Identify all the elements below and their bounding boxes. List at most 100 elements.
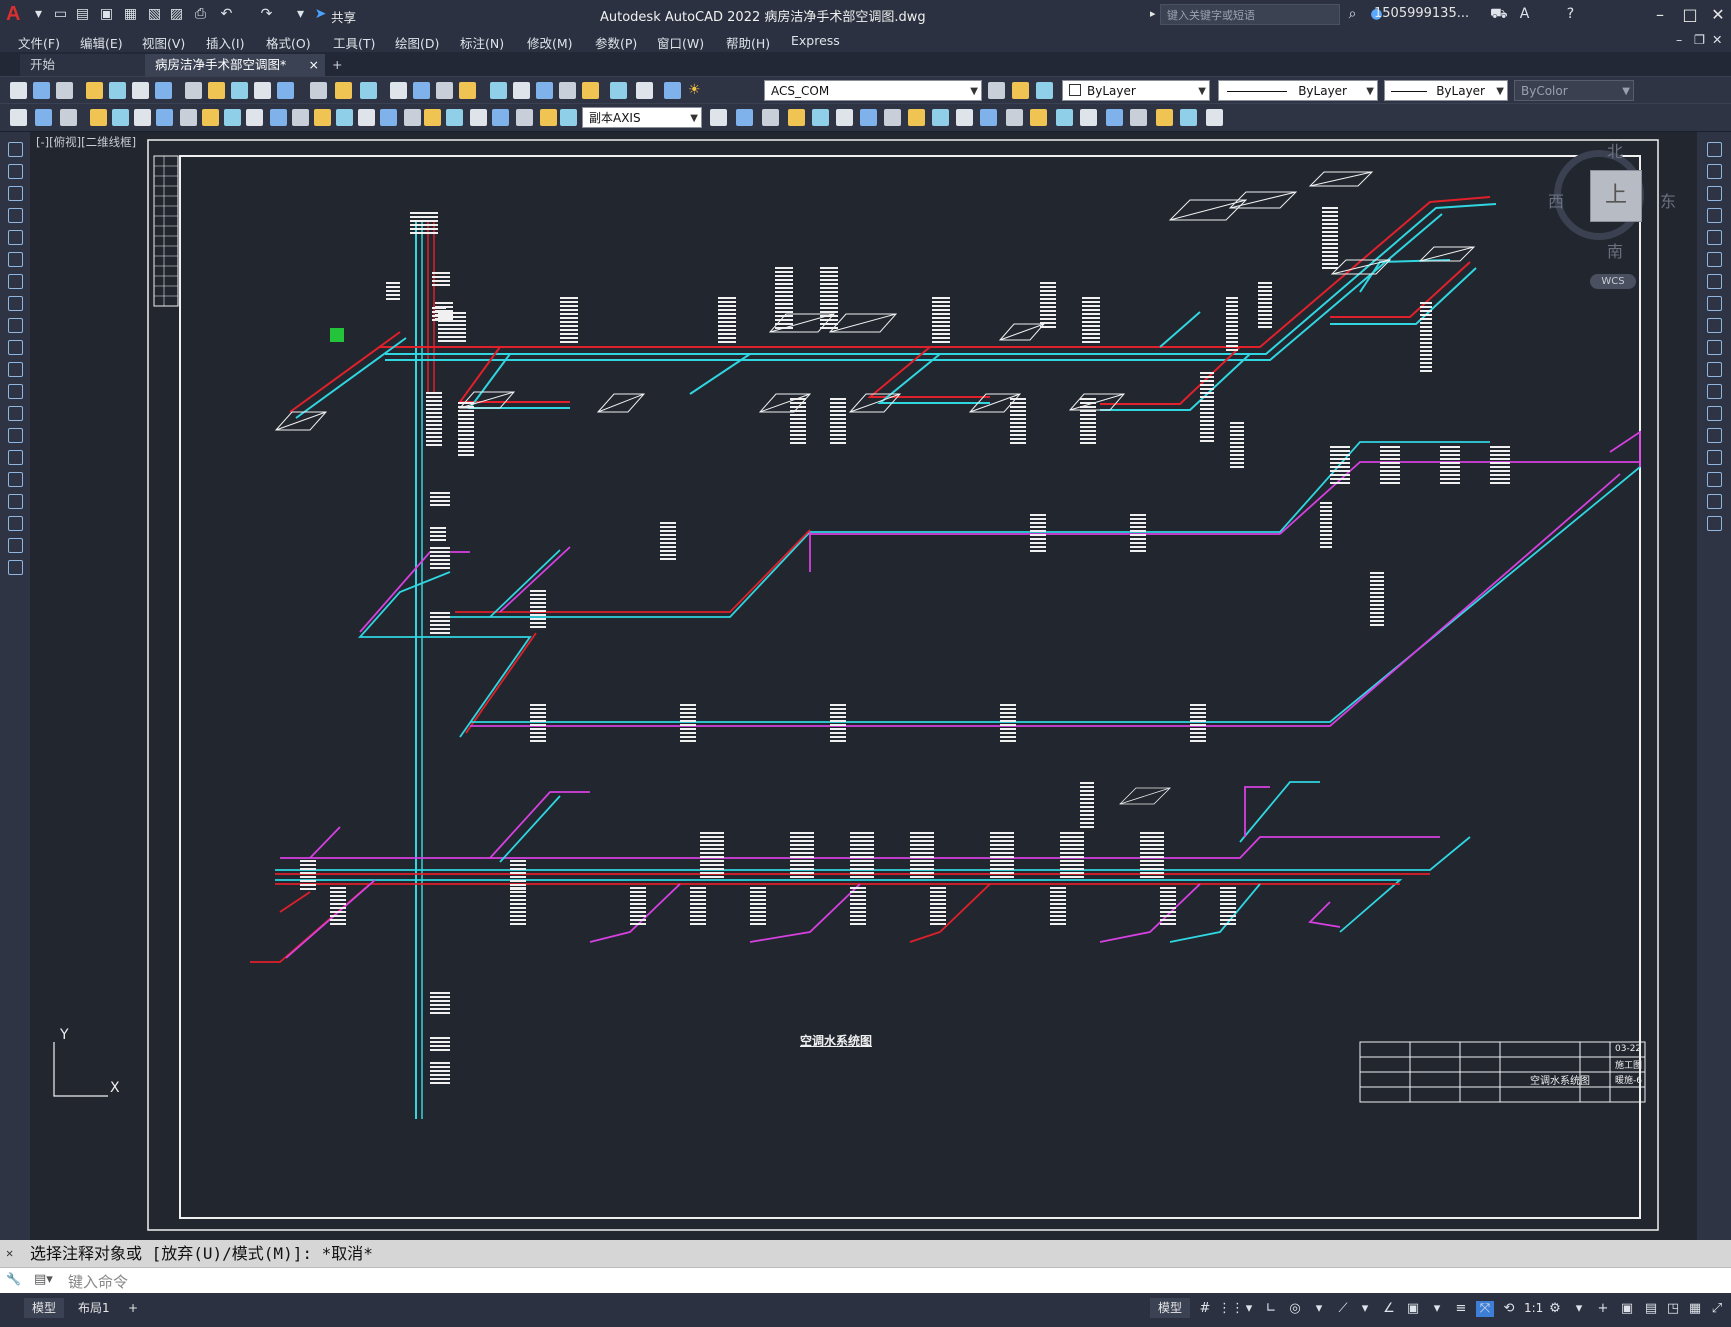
tab-drawing[interactable]: 病房洁净手术部空调图* ×	[145, 54, 325, 76]
draw-tool-8-icon[interactable]	[8, 296, 23, 311]
modify-tool-13-icon[interactable]	[1707, 406, 1722, 421]
toolbar2-tool-11-icon[interactable]	[246, 109, 263, 126]
status-toggle-7-icon[interactable]: ⟋	[1334, 1301, 1352, 1317]
draw-tool-15-icon[interactable]	[8, 450, 23, 465]
toolbar2-tool-28-icon[interactable]	[762, 109, 779, 126]
toolbar2-tool-7-icon[interactable]	[156, 109, 173, 126]
modify-tool-7-icon[interactable]	[1707, 274, 1722, 289]
toolbar1-tool-19-icon[interactable]	[459, 82, 476, 99]
user-account[interactable]: 1505999135...	[1374, 6, 1469, 21]
toolbar2-tool-17-icon[interactable]	[380, 109, 397, 126]
redo-icon[interactable]: ↷	[258, 6, 275, 23]
viewcube-west[interactable]: 西	[1548, 188, 1564, 212]
color-dropdown[interactable]: ByLayer ▼	[1062, 80, 1210, 101]
maximize-window-icon[interactable]: □	[1675, 4, 1705, 26]
toolbar2-tool-18-icon[interactable]	[404, 109, 421, 126]
close-tab-icon[interactable]: ×	[309, 54, 319, 76]
print-icon[interactable]: ⎙	[192, 6, 209, 23]
autocad-logo[interactable]: A	[6, 3, 20, 26]
toolbar2-tool-9-icon[interactable]	[202, 109, 219, 126]
modify-tool-18-icon[interactable]	[1707, 516, 1722, 531]
status-toggle-12-icon[interactable]: ≡	[1452, 1301, 1470, 1317]
menu-help[interactable]: 帮助(H)	[726, 33, 770, 52]
menu-modify[interactable]: 修改(M)	[527, 33, 573, 52]
draw-tool-5-icon[interactable]	[8, 230, 23, 245]
tab-layout1[interactable]: 布局1	[70, 1298, 118, 1318]
toolbar1-tool-27-icon[interactable]	[664, 82, 681, 99]
menu-view[interactable]: 视图(V)	[142, 33, 185, 52]
modify-tool-4-icon[interactable]	[1707, 208, 1722, 223]
draw-tool-13-icon[interactable]	[8, 406, 23, 421]
modify-tool-6-icon[interactable]	[1707, 252, 1722, 267]
toolbar2-tool-10-icon[interactable]	[224, 109, 241, 126]
toolbar1-tool-2-icon[interactable]	[33, 82, 50, 99]
draw-tool-1-icon[interactable]	[8, 142, 23, 157]
toolbar1-tool-3-icon[interactable]	[56, 82, 73, 99]
toolbar2-tool-37-icon[interactable]	[980, 109, 997, 126]
customize-qat-icon[interactable]: ▾	[292, 6, 309, 23]
viewcube-east[interactable]: 东	[1660, 188, 1676, 212]
toolbar1-tool-25-icon[interactable]	[610, 82, 627, 99]
toolbar2-tool-5-icon[interactable]	[112, 109, 129, 126]
toolbar2-tool-31-icon[interactable]	[836, 109, 853, 126]
draw-tool-4-icon[interactable]	[8, 208, 23, 223]
toolbar1-tool-16-icon[interactable]	[390, 82, 407, 99]
toolbar1-tool-30-icon[interactable]	[1036, 82, 1053, 99]
toolbar2-tool-30-icon[interactable]	[812, 109, 829, 126]
toolbar2-tool-44-icon[interactable]	[1156, 109, 1173, 126]
help-icon[interactable]: ?	[1562, 6, 1579, 23]
toolbar2-tool-1-icon[interactable]	[10, 109, 27, 126]
command-close-icon[interactable]: ✕	[6, 1240, 13, 1267]
draw-tool-10-icon[interactable]	[8, 340, 23, 355]
draw-tool-9-icon[interactable]	[8, 318, 23, 333]
toolbar2-tool-2-icon[interactable]	[35, 109, 52, 126]
toolbar2-tool-14-icon[interactable]	[314, 109, 331, 126]
modify-tool-14-icon[interactable]	[1707, 428, 1722, 443]
toolbar1-tool-8-icon[interactable]	[185, 82, 202, 99]
save-web-icon[interactable]: ▨	[168, 6, 185, 23]
lineweight-dropdown[interactable]: ByLayer ▼	[1384, 80, 1508, 101]
toolbar2-tool-29-icon[interactable]	[788, 109, 805, 126]
toolbar2-tool-6-icon[interactable]	[134, 109, 151, 126]
modify-tool-5-icon[interactable]	[1707, 230, 1722, 245]
status-toggle-11-icon[interactable]: ▾	[1428, 1301, 1446, 1317]
doc-restore-icon[interactable]: ❐	[1694, 32, 1705, 47]
toolbar2-tool-41-icon[interactable]	[1080, 109, 1097, 126]
toolbar2-tool-13-icon[interactable]	[292, 109, 309, 126]
viewcube-north[interactable]: 北	[1607, 138, 1623, 162]
toolbar2-tool-36-icon[interactable]	[956, 109, 973, 126]
modify-tool-9-icon[interactable]	[1707, 318, 1722, 333]
share-button[interactable]: 共享	[331, 7, 356, 26]
toolbar1-tool-22-icon[interactable]	[536, 82, 553, 99]
menu-window[interactable]: 窗口(W)	[657, 33, 704, 52]
status-toggle-18-icon[interactable]: ▣	[1618, 1301, 1636, 1317]
save-as-icon[interactable]: ▦	[122, 6, 139, 23]
toolbar2-tool-19-icon[interactable]	[424, 109, 441, 126]
toolbar1-tool-20-icon[interactable]	[490, 82, 507, 99]
doc-close-icon[interactable]: ✕	[1712, 32, 1722, 47]
toolbar1-tool-26-icon[interactable]	[636, 82, 653, 99]
toolbar1-tool-9-icon[interactable]	[208, 82, 225, 99]
status-toggle-8-icon[interactable]: ▾	[1356, 1301, 1374, 1317]
toolbar1-tool-18-icon[interactable]	[436, 82, 453, 99]
draw-tool-12-icon[interactable]	[8, 384, 23, 399]
toolbar2-tool-34-icon[interactable]	[908, 109, 925, 126]
menu-tools[interactable]: 工具(T)	[333, 33, 375, 52]
wcs-menu[interactable]: WCS	[1590, 274, 1636, 289]
toolbar2-tool-38-icon[interactable]	[1006, 109, 1023, 126]
toolbar2-tool-42-icon[interactable]	[1106, 109, 1123, 126]
command-input[interactable]: 键入命令	[68, 1271, 128, 1292]
menu-dimension[interactable]: 标注(N)	[460, 33, 504, 52]
toolbar2-tool-46-icon[interactable]	[1206, 109, 1223, 126]
toolbar2-tool-16-icon[interactable]	[358, 109, 375, 126]
linetype-dropdown[interactable]: ByLayer ▼	[1218, 80, 1378, 101]
status-toggle-20-icon[interactable]: ◳	[1664, 1301, 1682, 1317]
toolbar2-tool-3-icon[interactable]	[60, 109, 77, 126]
toolbar1-tool-14-icon[interactable]	[335, 82, 352, 99]
command-recent-icon[interactable]: ▤▾	[34, 1272, 53, 1287]
modify-tool-11-icon[interactable]	[1707, 362, 1722, 377]
toolbar2-tool-15-icon[interactable]	[336, 109, 353, 126]
command-line[interactable]: 🔧 ▤▾ 键入命令	[0, 1267, 1731, 1294]
status-toggle-2-icon[interactable]: ⋮⋮	[1218, 1301, 1244, 1317]
menu-file[interactable]: 文件(F)	[18, 33, 60, 52]
